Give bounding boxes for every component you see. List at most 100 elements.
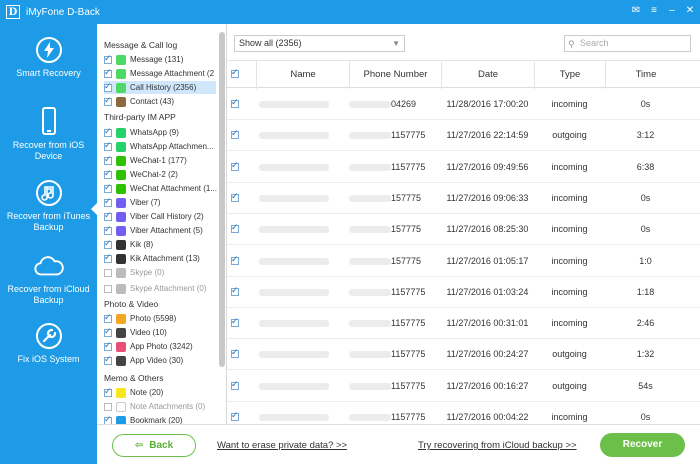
redacted-name <box>259 382 329 390</box>
select-all-checkbox[interactable] <box>231 67 239 78</box>
row-checkbox[interactable] <box>231 222 239 234</box>
tree-item[interactable]: WeChat-2 (2) <box>104 168 178 181</box>
tree-item[interactable]: WeChat Attachment (1... <box>104 182 217 195</box>
table-row[interactable]: 157775 11/27/2016 08:25:30 incoming 0s <box>227 214 700 246</box>
table-row[interactable]: 157775 11/27/2016 09:06:33 incoming 0s <box>227 183 700 214</box>
tree-item[interactable]: Skype Attachment (0) <box>104 282 206 295</box>
tree-item-checkbox[interactable] <box>104 196 112 207</box>
table-row[interactable]: 1157775 11/27/2016 00:16:27 outgoing 54s <box>227 371 700 402</box>
tree-item-checkbox[interactable] <box>104 238 112 249</box>
tree-item-checkbox[interactable] <box>104 312 112 323</box>
row-checkbox[interactable] <box>231 379 239 390</box>
tree-item[interactable]: WeChat-1 (177) <box>104 154 187 167</box>
nav-smart-recovery[interactable]: Smart Recovery <box>0 34 97 100</box>
phone-icon <box>33 106 65 138</box>
tree-item-checkbox[interactable] <box>104 53 112 64</box>
feedback-icon[interactable]: ✉ <box>630 5 642 17</box>
tree-item[interactable]: Video (10) <box>104 326 167 339</box>
tree-item-checkbox[interactable] <box>104 340 112 351</box>
search-input[interactable]: ⚲ Search <box>564 35 691 52</box>
filter-dropdown[interactable]: Show all (2356) ▼ <box>234 35 405 52</box>
nav-recover-itunes-backup[interactable]: Recover from iTunes Backup <box>0 177 97 243</box>
tree-item[interactable]: WhatsApp (9) <box>104 126 179 139</box>
tree-item-checkbox[interactable] <box>104 224 112 235</box>
tree-item-label: Note (20) <box>130 388 164 397</box>
row-checkbox[interactable] <box>231 347 239 359</box>
table-row[interactable]: 04269 11/28/2016 17:00:20 incoming 0s <box>227 89 700 120</box>
table-row[interactable]: 1157775 11/27/2016 00:24:27 outgoing 1:32 <box>227 339 700 371</box>
nav-fix-ios-system[interactable]: Fix iOS System <box>0 320 97 386</box>
tree-item-checkbox[interactable] <box>104 354 112 365</box>
tree-scrollbar[interactable] <box>219 32 225 367</box>
tree-item-checkbox[interactable] <box>104 126 112 137</box>
table-row[interactable]: 1157775 11/27/2016 00:31:01 incoming 2:46 <box>227 308 700 340</box>
redacted-name <box>259 320 329 328</box>
tree-item[interactable]: Message Attachment (2 <box>104 67 214 80</box>
mode-nav: Smart Recovery Recover from iOS Device R… <box>0 24 97 464</box>
table-row[interactable]: 1157775 11/27/2016 01:03:24 incoming 1:18 <box>227 277 700 308</box>
category-icon <box>116 267 126 278</box>
tree-item-checkbox[interactable] <box>104 140 112 151</box>
tree-item-checkbox[interactable] <box>104 386 112 397</box>
filter-value: Show all (2356) <box>239 38 302 48</box>
tree-item-checkbox[interactable] <box>104 67 112 78</box>
tree-item-checkbox[interactable] <box>104 284 112 293</box>
row-checkbox[interactable] <box>231 410 239 421</box>
category-icon <box>116 355 126 366</box>
column-phone-number[interactable]: Phone Number <box>349 61 441 89</box>
tree-item[interactable]: Skype (0) <box>104 266 164 279</box>
column-name[interactable]: Name <box>256 61 349 89</box>
phone-number-cell: 1157775 <box>391 161 426 172</box>
redacted-name <box>259 257 329 265</box>
tree-item-checkbox[interactable] <box>104 182 112 193</box>
tree-item[interactable]: Message (131) <box>104 53 183 66</box>
tree-item[interactable]: Contact (43) <box>104 95 174 108</box>
nav-recover-ios-device[interactable]: Recover from iOS Device <box>0 106 97 172</box>
table-row[interactable]: 157775 11/27/2016 01:05:17 incoming 1:0 <box>227 246 700 277</box>
tree-item[interactable]: Viber Call History (2) <box>104 210 204 223</box>
tree-item[interactable]: Kik Attachment (13) <box>104 252 200 265</box>
tree-item[interactable]: App Photo (3242) <box>104 340 193 353</box>
tree-item[interactable]: Note (20) <box>104 386 163 399</box>
category-icon <box>116 283 126 294</box>
back-button[interactable]: ⇦ Back <box>112 434 196 457</box>
tree-item-checkbox[interactable] <box>104 268 112 277</box>
tree-item[interactable]: WhatsApp Attachmen... <box>104 140 214 153</box>
tree-item-checkbox[interactable] <box>104 252 112 263</box>
row-checkbox[interactable] <box>231 128 239 140</box>
column-type[interactable]: Type <box>534 61 605 89</box>
tree-item[interactable]: Viber (7) <box>104 196 161 209</box>
tree-item-checkbox[interactable] <box>104 95 112 106</box>
tree-item-checkbox[interactable] <box>104 210 112 221</box>
tree-item[interactable]: Viber Attachment (5) <box>104 224 203 237</box>
close-icon[interactable]: ✕ <box>684 5 696 17</box>
row-checkbox[interactable] <box>231 191 239 202</box>
table-row[interactable]: 1157775 11/27/2016 22:14:59 outgoing 3:12 <box>227 120 700 152</box>
table-row[interactable]: 1157775 11/27/2016 09:49:56 incoming 6:38 <box>227 152 700 183</box>
tree-item[interactable]: Note Attachments (0) <box>104 400 205 413</box>
redacted-name <box>259 226 329 234</box>
tree-item-checkbox[interactable] <box>104 81 112 92</box>
nav-recover-icloud-backup[interactable]: Recover from iCloud Backup <box>0 250 97 316</box>
minimize-icon[interactable]: – <box>666 5 678 17</box>
column-time[interactable]: Time <box>605 61 686 89</box>
menu-icon[interactable]: ≡ <box>648 5 660 17</box>
row-checkbox[interactable] <box>231 160 239 171</box>
tree-item-checkbox[interactable] <box>104 154 112 165</box>
tree-item[interactable]: Kik (8) <box>104 238 153 251</box>
icloud-backup-link[interactable]: Try recovering from iCloud backup >> <box>418 440 577 451</box>
row-checkbox[interactable] <box>231 316 239 328</box>
column-date[interactable]: Date <box>441 61 534 89</box>
row-checkbox[interactable] <box>231 254 239 265</box>
tree-item-checkbox[interactable] <box>104 402 112 411</box>
tree-item[interactable]: Photo (5598) <box>104 312 176 325</box>
tree-item-checkbox[interactable] <box>104 168 112 179</box>
tree-item[interactable]: Call History (2356) <box>104 81 216 94</box>
tree-item-checkbox[interactable] <box>104 326 112 337</box>
row-checkbox[interactable] <box>231 97 239 108</box>
category-icon <box>116 387 126 398</box>
row-checkbox[interactable] <box>231 285 239 296</box>
recover-button[interactable]: Recover <box>600 433 685 457</box>
erase-private-data-link[interactable]: Want to erase private data? >> <box>217 440 347 451</box>
tree-item[interactable]: App Video (30) <box>104 354 183 367</box>
